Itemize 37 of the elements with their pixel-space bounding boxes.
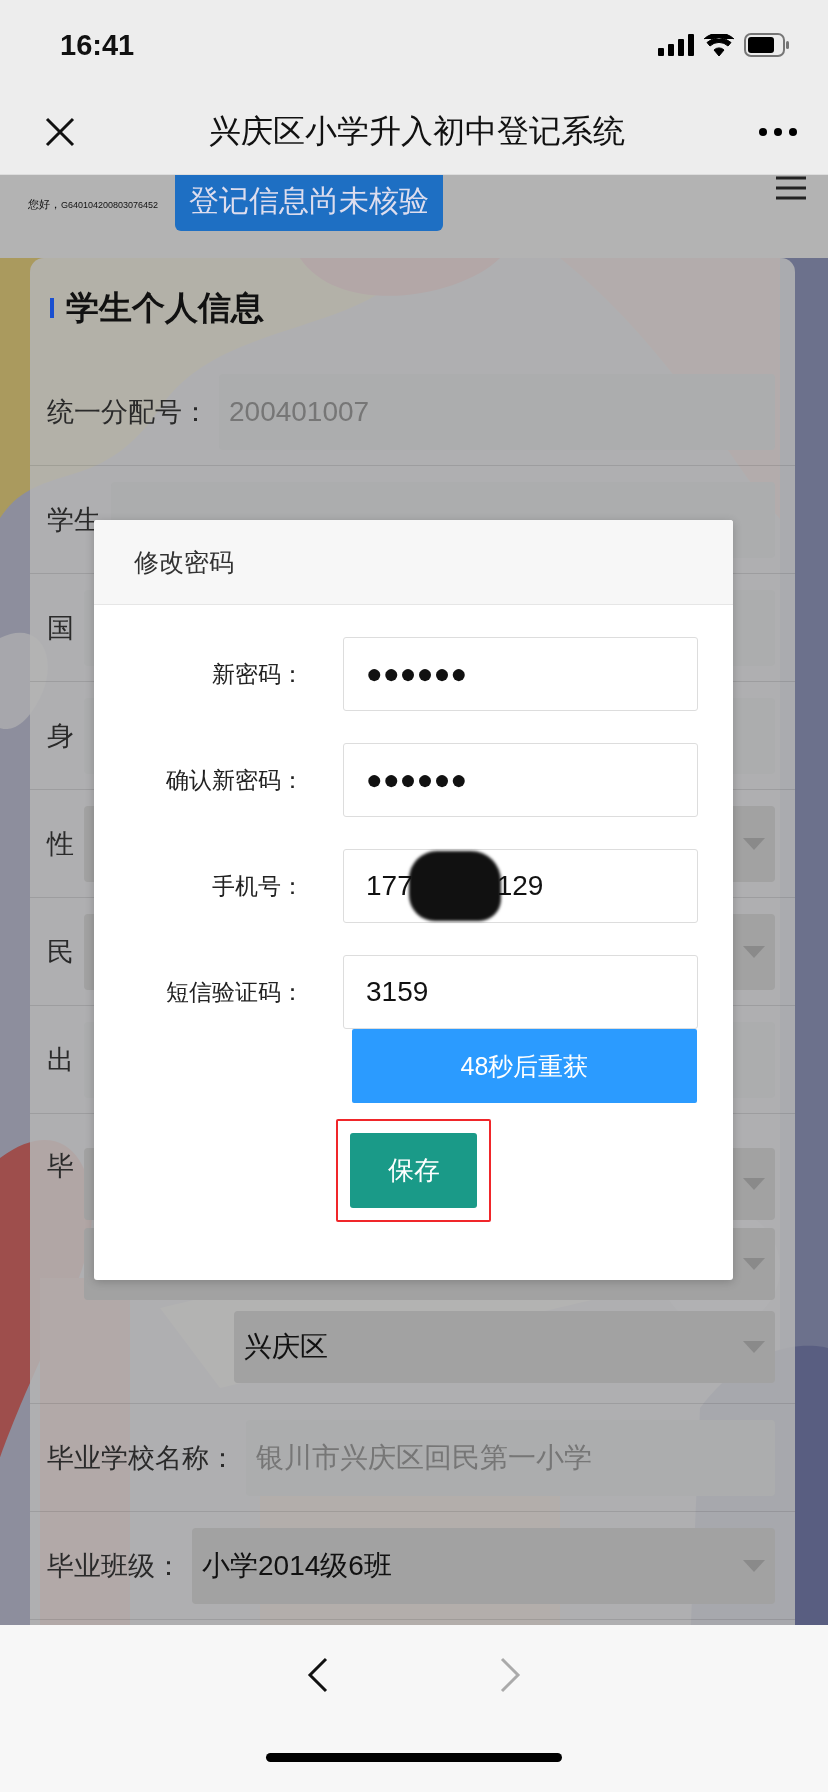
back-icon[interactable] bbox=[307, 1657, 329, 1693]
select-field[interactable]: 小学2014级6班 bbox=[192, 1527, 775, 1604]
field-label: 毕 bbox=[47, 1150, 74, 1183]
field-label: 民 bbox=[47, 935, 74, 969]
field-label: 毕业学校名称： bbox=[47, 1441, 236, 1475]
select-field[interactable]: 兴庆区 bbox=[234, 1311, 775, 1383]
dialog-title: 修改密码 bbox=[134, 546, 234, 578]
field-label: 确认新密码： bbox=[165, 765, 304, 795]
input-field[interactable]: ●●●●●● bbox=[343, 637, 698, 711]
dropdown-arrow-icon bbox=[743, 945, 765, 958]
close-icon[interactable] bbox=[45, 117, 75, 147]
field-label: 短信验证码： bbox=[165, 977, 304, 1007]
dropdown-arrow-icon bbox=[743, 1559, 765, 1572]
section-title: 学生个人信息 bbox=[66, 287, 264, 328]
field-label: 统一分配号： bbox=[47, 395, 209, 429]
field-label: 身 bbox=[47, 719, 74, 753]
input-field[interactable]: ●●●●●● bbox=[343, 743, 698, 817]
more-icon[interactable] bbox=[758, 127, 798, 137]
greeting-text: 您好，G640104200803076452 bbox=[28, 197, 160, 212]
signal-icon bbox=[658, 34, 694, 56]
field-label: 性 bbox=[47, 827, 74, 861]
status-time: 16:41 bbox=[60, 28, 135, 62]
wifi-icon bbox=[704, 34, 734, 56]
field-label: 毕业班级： bbox=[47, 1549, 182, 1583]
input-field[interactable]: 3159 bbox=[343, 955, 698, 1029]
field-label: 国 bbox=[47, 611, 74, 645]
menu-icon[interactable] bbox=[776, 175, 806, 201]
dropdown-arrow-icon bbox=[743, 1341, 765, 1353]
field-label: 新密码： bbox=[211, 659, 304, 689]
battery-icon bbox=[744, 33, 790, 57]
status-badge: 登记信息尚未核验 bbox=[175, 175, 443, 231]
page-title: 兴庆区小学升入初中登记系统 bbox=[208, 112, 625, 151]
dropdown-arrow-icon bbox=[743, 1178, 765, 1190]
dropdown-arrow-icon bbox=[743, 837, 765, 850]
field-label: 出 bbox=[47, 1043, 74, 1077]
dropdown-arrow-icon bbox=[743, 1258, 765, 1270]
field-label: 手机号： bbox=[211, 871, 304, 901]
